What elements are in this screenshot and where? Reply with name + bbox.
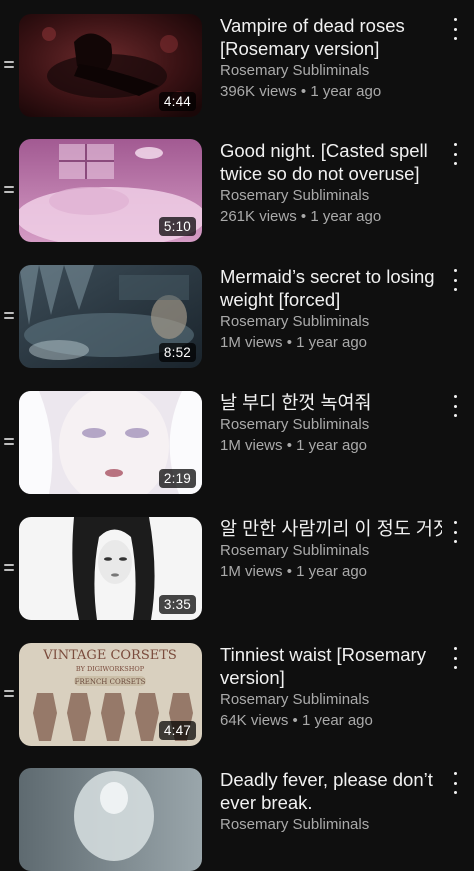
- thumbnail-byline: BY DIGIWORKSHOP: [76, 665, 145, 673]
- upload-age: 1 year ago: [310, 83, 382, 100]
- view-count: 1M views: [220, 563, 283, 580]
- video-meta: 1M views • 1 year ago: [220, 561, 442, 582]
- channel-name: Rosemary Subliminals: [220, 187, 370, 204]
- list-item[interactable]: 2:19 날 부디 한껏 녹여줘 Rosemary Subliminals 1M…: [0, 391, 474, 501]
- video-info[interactable]: Tinniest waist [Rosemary version] Rosema…: [220, 643, 442, 731]
- video-thumbnail[interactable]: 5:10: [19, 139, 202, 242]
- channel-name: Rosemary Subliminals: [220, 313, 370, 330]
- drag-handle-icon[interactable]: [4, 564, 14, 572]
- duration-badge: 4:44: [158, 92, 196, 111]
- list-item[interactable]: Deadly fever, please don’t ever break. R…: [0, 768, 474, 871]
- more-options-icon[interactable]: [448, 18, 462, 40]
- drag-handle-icon[interactable]: [4, 690, 14, 698]
- duration-badge: 3:35: [158, 595, 196, 614]
- drag-handle-icon[interactable]: [4, 186, 14, 194]
- video-info[interactable]: Good night. [Casted spell twice so do no…: [220, 139, 442, 227]
- video-meta: 396K views • 1 year ago: [220, 81, 442, 102]
- upload-age: 1 year ago: [296, 334, 368, 351]
- list-item[interactable]: 5:10 Good night. [Casted spell twice so …: [0, 139, 474, 249]
- list-item[interactable]: VINTAGE CORSETS BY DIGIWORKSHOP FRENCH C…: [0, 643, 474, 753]
- duration-badge: 8:52: [158, 343, 196, 362]
- video-title[interactable]: 날 부디 한껏 녹여줘: [220, 391, 442, 414]
- video-thumbnail[interactable]: 3:35: [19, 517, 202, 620]
- more-options-icon[interactable]: [448, 521, 462, 543]
- video-thumbnail[interactable]: [19, 768, 202, 871]
- separator-dot: •: [300, 83, 307, 100]
- video-meta: 261K views • 1 year ago: [220, 206, 442, 227]
- video-title[interactable]: Vampire of dead roses [Rosemary version]: [220, 14, 442, 60]
- video-info[interactable]: 알 만한 사람끼리 이 정도 거짓말엔 속아주는 게 예의 아닌가요 Rosem…: [220, 517, 442, 582]
- channel-name: Rosemary Subliminals: [220, 62, 370, 79]
- view-count: 1M views: [220, 334, 283, 351]
- video-meta: 1M views • 1 year ago: [220, 332, 442, 353]
- video-info[interactable]: Vampire of dead roses [Rosemary version]…: [220, 14, 442, 102]
- duration-badge: 2:19: [158, 469, 196, 488]
- video-thumbnail[interactable]: 4:44: [19, 14, 202, 117]
- view-count: 1M views: [220, 437, 283, 454]
- duration-badge: 4:47: [158, 721, 196, 740]
- separator-dot: •: [292, 712, 298, 729]
- separator-dot: •: [286, 563, 292, 580]
- video-title[interactable]: Deadly fever, please don’t ever break.: [220, 768, 442, 814]
- view-count: 261K views: [220, 208, 297, 225]
- video-title[interactable]: Tinniest waist [Rosemary version]: [220, 643, 442, 689]
- video-meta: 1M views • 1 year ago: [220, 435, 442, 456]
- video-title[interactable]: 알 만한 사람끼리 이 정도 거짓말엔 속아주는 게 예의 아닌가요: [220, 517, 442, 540]
- drag-handle-icon[interactable]: [4, 61, 14, 69]
- view-count: 64K views: [220, 712, 289, 729]
- more-options-icon[interactable]: [448, 143, 462, 165]
- video-thumbnail[interactable]: VINTAGE CORSETS BY DIGIWORKSHOP FRENCH C…: [19, 643, 202, 746]
- more-options-icon[interactable]: [448, 269, 462, 291]
- separator-dot: •: [300, 208, 307, 225]
- video-meta: 64K views • 1 year ago: [220, 710, 442, 731]
- more-options-icon[interactable]: [448, 395, 462, 417]
- channel-name: Rosemary Subliminals: [220, 416, 370, 433]
- view-count: 396K views: [220, 83, 297, 100]
- upload-age: 1 year ago: [296, 437, 368, 454]
- video-info[interactable]: Mermaid’s secret to losing weight [force…: [220, 265, 442, 353]
- upload-age: 1 year ago: [301, 712, 373, 729]
- video-thumbnail[interactable]: 2:19: [19, 391, 202, 494]
- video-title[interactable]: Good night. [Casted spell twice so do no…: [220, 139, 442, 185]
- thumbnail-headline: VINTAGE CORSETS: [42, 648, 177, 663]
- drag-handle-icon[interactable]: [4, 312, 14, 320]
- channel-name: Rosemary Subliminals: [220, 691, 370, 708]
- channel-name: Rosemary Subliminals: [220, 542, 370, 559]
- video-thumbnail[interactable]: 8:52: [19, 265, 202, 368]
- thumbnail-subheadline: FRENCH CORSETS: [75, 678, 146, 686]
- drag-handle-icon[interactable]: [4, 438, 14, 446]
- separator-dot: •: [286, 437, 292, 454]
- separator-dot: •: [286, 334, 292, 351]
- video-info[interactable]: Deadly fever, please don’t ever break. R…: [220, 768, 442, 835]
- list-item[interactable]: 8:52 Mermaid’s secret to losing weight […: [0, 265, 474, 375]
- channel-name: Rosemary Subliminals: [220, 816, 370, 833]
- more-options-icon[interactable]: [448, 772, 462, 794]
- upload-age: 1 year ago: [296, 563, 368, 580]
- video-info[interactable]: 날 부디 한껏 녹여줘 Rosemary Subliminals 1M view…: [220, 391, 442, 456]
- more-options-icon[interactable]: [448, 647, 462, 669]
- duration-badge: 5:10: [158, 217, 196, 236]
- upload-age: 1 year ago: [310, 208, 382, 225]
- list-item[interactable]: 4:44 Vampire of dead roses [Rosemary ver…: [0, 14, 474, 124]
- list-item[interactable]: 3:35 알 만한 사람끼리 이 정도 거짓말엔 속아주는 게 예의 아닌가요 …: [0, 517, 474, 627]
- video-title[interactable]: Mermaid’s secret to losing weight [force…: [220, 265, 442, 311]
